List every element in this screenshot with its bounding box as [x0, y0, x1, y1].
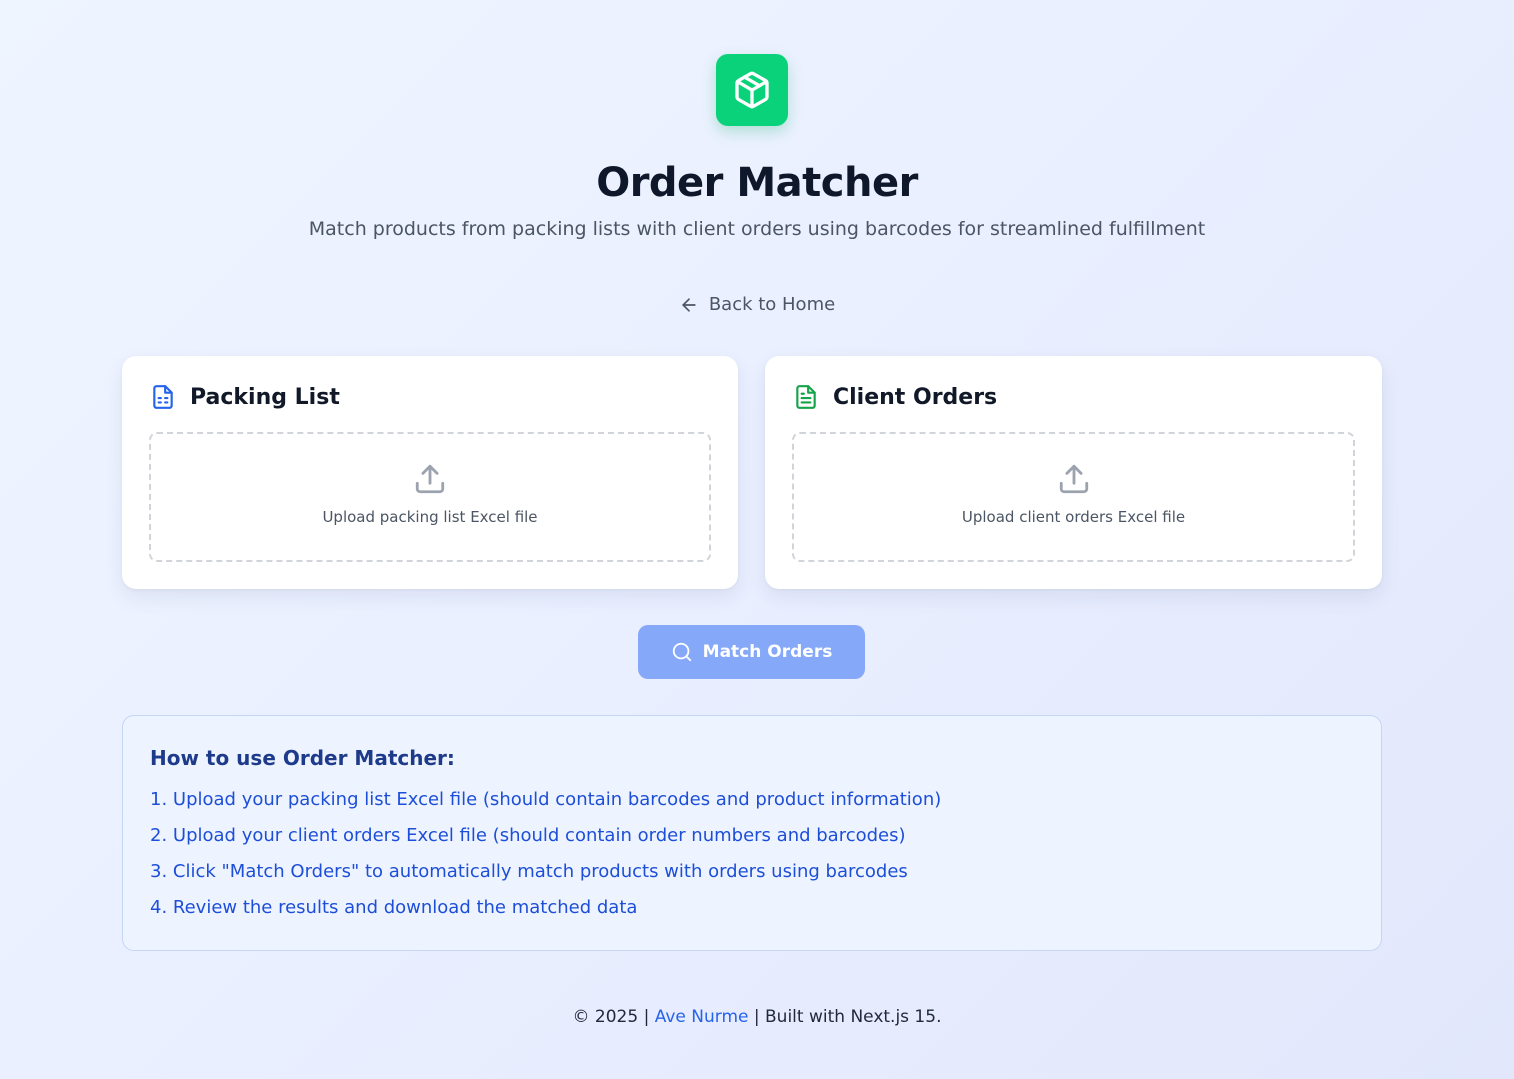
- client-orders-card: Client Orders Upload client orders Excel…: [765, 356, 1382, 589]
- client-orders-header: Client Orders: [793, 384, 997, 410]
- match-orders-button[interactable]: Match Orders: [638, 625, 865, 679]
- packing-list-header: Packing List: [150, 384, 340, 410]
- page-subtitle: Match products from packing lists with c…: [308, 218, 1206, 240]
- client-orders-title: Client Orders: [833, 384, 998, 410]
- packing-list-upload-label: Upload packing list Excel file: [322, 508, 538, 526]
- page-title: Order Matcher: [596, 160, 918, 206]
- spreadsheet-file-icon: [153, 385, 173, 409]
- back-to-home-link[interactable]: Back to Home: [0, 294, 1514, 315]
- text-file-icon: [796, 385, 816, 409]
- app-logo: [716, 54, 788, 126]
- instruction-step: 1. Upload your packing list Excel file (…: [150, 789, 942, 810]
- back-to-home-label: Back to Home: [708, 294, 836, 315]
- instructions-title: How to use Order Matcher:: [150, 746, 455, 770]
- packing-list-title: Packing List: [190, 384, 340, 410]
- upload-icon: [1059, 464, 1088, 494]
- instruction-step: 4. Review the results and download the m…: [150, 897, 638, 918]
- author-link[interactable]: Ave Nurme: [655, 1007, 749, 1027]
- packing-list-dropzone[interactable]: Upload packing list Excel file: [149, 432, 711, 562]
- instruction-step: 3. Click "Match Orders" to automatically…: [150, 861, 908, 882]
- search-icon: [672, 642, 691, 662]
- page-footer: © 2025 | Ave Nurme | Built with Next.js …: [0, 1007, 1514, 1027]
- package-box-icon: [735, 71, 769, 109]
- client-orders-dropzone[interactable]: Upload client orders Excel file: [792, 432, 1355, 562]
- client-orders-upload-label: Upload client orders Excel file: [961, 508, 1186, 526]
- packing-list-card: Packing List Upload packing list Excel f…: [122, 356, 738, 589]
- upload-icon: [415, 464, 445, 494]
- match-orders-label: Match Orders: [702, 642, 833, 662]
- arrow-left-icon: [682, 297, 696, 312]
- footer-built-with: | Built with Next.js 15.: [748, 1007, 942, 1027]
- instruction-step: 2. Upload your client orders Excel file …: [150, 825, 906, 846]
- instructions-panel: How to use Order Matcher: 1. Upload your…: [122, 715, 1382, 951]
- footer-copyright: © 2025 |: [572, 1007, 655, 1027]
